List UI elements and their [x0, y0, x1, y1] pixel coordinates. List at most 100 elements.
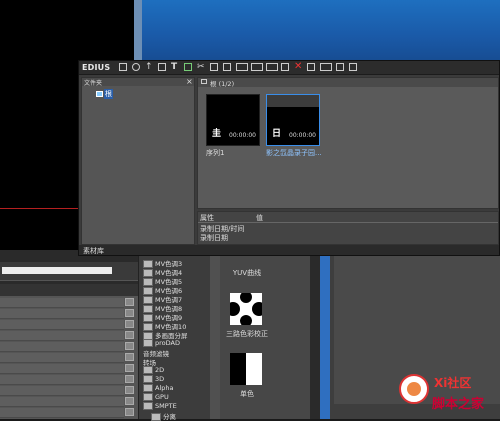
track[interactable] — [0, 386, 124, 396]
effect-folder[interactable]: 2D — [143, 366, 164, 374]
blue-scrollbar[interactable] — [320, 250, 330, 419]
timeline-header — [0, 284, 138, 296]
effect-item[interactable]: MV色调9 — [143, 312, 182, 322]
bin-icon[interactable] — [307, 63, 315, 71]
effects-thumbnails: YUV曲线 三路色彩校正 单色 — [220, 250, 310, 419]
track[interactable] — [0, 331, 124, 341]
effect-item[interactable]: 多画面分屏 — [143, 330, 188, 340]
search-icon[interactable] — [132, 63, 140, 71]
track[interactable] — [0, 408, 124, 418]
track[interactable] — [0, 375, 124, 385]
track[interactable] — [0, 309, 124, 319]
track-button[interactable] — [125, 298, 134, 306]
track[interactable] — [0, 353, 124, 363]
track-button[interactable] — [125, 364, 134, 372]
folder-icon — [143, 384, 153, 392]
folder-icon — [96, 91, 103, 97]
clip-header — [207, 95, 259, 107]
effect-thumb-3way[interactable] — [226, 291, 266, 327]
track-button[interactable] — [125, 309, 134, 317]
timeline-scroll[interactable] — [2, 267, 112, 274]
effect-item[interactable]: MV色调3 — [143, 258, 182, 268]
delete-icon[interactable]: ✕ — [294, 62, 302, 72]
watermark-graphic: Xi社区 脚本之家 — [399, 374, 485, 412]
track[interactable] — [0, 397, 124, 407]
view-icon[interactable] — [320, 63, 332, 71]
insert-icon[interactable] — [251, 63, 263, 71]
effect-item[interactable]: MV色调7 — [143, 294, 182, 304]
track-button[interactable] — [125, 386, 134, 394]
effect-folder[interactable]: GPU — [143, 393, 169, 401]
effect-folder[interactable]: Alpha — [143, 384, 173, 392]
folder-icon — [143, 402, 153, 410]
clip-bin: 根 (1/2) 圭 00:00:00 序列1 日 00:00:00 影之氙晶录子… — [197, 77, 499, 209]
folder-root[interactable]: 根 — [96, 89, 113, 99]
effect-item[interactable]: MV色调4 — [143, 267, 182, 277]
track[interactable] — [0, 342, 124, 352]
track-button[interactable] — [125, 331, 134, 339]
effect-item[interactable]: MV色调6 — [143, 285, 182, 295]
three-way-color-icon — [226, 291, 266, 327]
folder-panel-title: 文件夹 — [84, 80, 103, 87]
edius-bin-window: EDIUS ↑ T ✂ ✕ 文件夹 × 根 根 (1/2) 圭 00:00:00… — [78, 60, 500, 256]
paste-icon[interactable] — [223, 63, 231, 71]
clip-timecode: 00:00:00 — [289, 132, 316, 139]
effect-item[interactable]: MV色调10 — [143, 321, 186, 331]
send-icon[interactable] — [281, 63, 289, 71]
track[interactable] — [0, 320, 124, 330]
clip-thumbnail-selected[interactable]: 日 00:00:00 — [266, 94, 320, 146]
effect-thumb-label: 单色 — [240, 390, 254, 398]
bin-toolbar: EDIUS ↑ T ✂ ✕ — [79, 61, 499, 75]
track[interactable] — [0, 298, 124, 308]
track-button[interactable] — [125, 375, 134, 383]
properties-icon[interactable] — [266, 63, 278, 71]
title-icon[interactable]: T — [171, 63, 179, 72]
watermark-logo: Xi社区 脚本之家 — [396, 361, 496, 415]
camera-icon[interactable] — [349, 63, 357, 71]
effect-folder[interactable]: proDAD — [143, 339, 180, 347]
clip-timecode: 00:00:00 — [229, 132, 256, 139]
folder-icon — [143, 339, 153, 347]
color-bar-icon[interactable] — [184, 63, 192, 71]
folder-icon[interactable] — [119, 63, 127, 71]
effect-folder[interactable]: 音频滤镜 — [143, 348, 169, 358]
effect-item[interactable]: MV色调8 — [143, 303, 182, 313]
copy-icon[interactable] — [210, 63, 218, 71]
up-icon[interactable]: ↑ — [145, 63, 153, 72]
track[interactable] — [0, 364, 124, 374]
folder-icon — [143, 393, 153, 401]
timeline-ruler[interactable] — [0, 262, 138, 281]
mono-half — [246, 353, 262, 385]
timeline-tracks[interactable] — [0, 296, 138, 419]
panel-divider[interactable] — [210, 250, 220, 419]
effect-thumb-mono[interactable] — [230, 353, 262, 385]
sequence-icon: 圭 — [212, 129, 222, 139]
bin-tab[interactable]: 素材库 — [83, 246, 104, 256]
track-button[interactable] — [125, 397, 134, 405]
open-icon[interactable] — [158, 63, 166, 71]
effect-folder[interactable]: 转场 — [143, 357, 156, 367]
effect-folder[interactable]: SMPTE — [143, 402, 177, 410]
effect-thumb-label: YUV曲线 — [232, 269, 262, 277]
bin-path: 根 (1/2) — [210, 80, 235, 88]
desktop-background — [134, 0, 500, 60]
cut-icon[interactable]: ✂ — [197, 63, 205, 72]
clip-thumbnail[interactable]: 圭 00:00:00 — [206, 94, 260, 146]
add-to-timeline-icon[interactable] — [236, 63, 248, 71]
track-button[interactable] — [125, 320, 134, 328]
effects-tree: MV色调3 MV色调4 MV色调5 MV色调6 MV色调7 MV色调8 MV色调… — [138, 250, 211, 421]
view2-icon[interactable] — [336, 63, 344, 71]
effect-item[interactable]: MV色调5 — [143, 276, 182, 286]
svg-text:Xi社区: Xi社区 — [434, 375, 471, 390]
bin-header: 根 (1/2) — [198, 78, 498, 88]
track-button[interactable] — [125, 408, 134, 416]
track-button[interactable] — [125, 353, 134, 361]
track-button[interactable] — [125, 342, 134, 350]
close-icon[interactable]: × — [186, 77, 193, 86]
effect-folder[interactable]: 分离 — [151, 411, 176, 421]
clip-label: 影之氙晶录子园... — [266, 149, 322, 157]
status-bar: 素材库 — [79, 245, 499, 255]
divider — [198, 222, 498, 223]
window-edge — [134, 0, 142, 60]
effect-folder[interactable]: 3D — [143, 375, 164, 383]
